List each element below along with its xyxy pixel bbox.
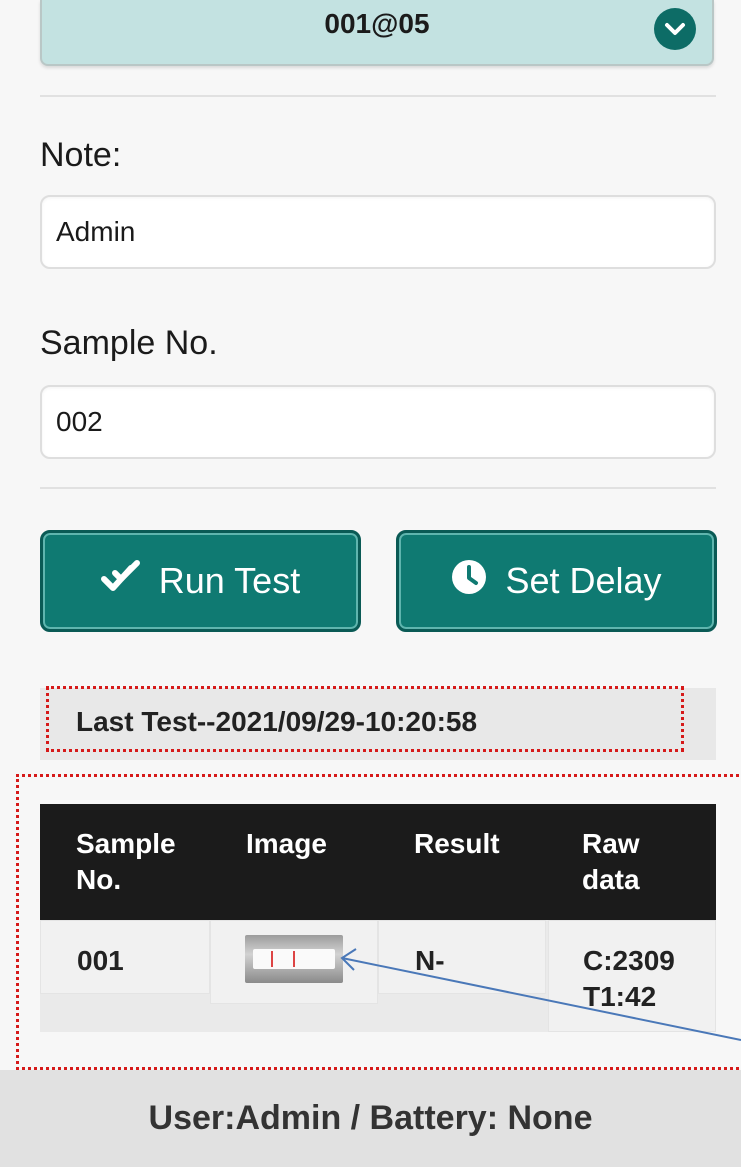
sample-selector[interactable]: 001@05 [40, 0, 714, 66]
note-input[interactable] [40, 195, 716, 269]
footer-text: User:Admin / Battery: None [148, 1099, 593, 1137]
run-test-button[interactable]: Run Test [40, 530, 361, 632]
sample-no-label: Sample No. [40, 324, 218, 362]
annotation-box [16, 774, 741, 1070]
check-double-icon [100, 559, 141, 604]
note-label: Note: [40, 136, 122, 174]
sample-no-input[interactable] [40, 385, 716, 459]
divider [40, 95, 716, 97]
chevron-down-icon[interactable] [654, 8, 696, 50]
selector-value: 001@05 [324, 8, 430, 39]
set-delay-label: Set Delay [505, 560, 662, 601]
run-test-label: Run Test [158, 560, 301, 601]
status-footer: User:Admin / Battery: None [0, 1070, 741, 1167]
divider [40, 487, 716, 489]
clock-icon [451, 559, 487, 604]
annotation-box [46, 686, 684, 752]
set-delay-button[interactable]: Set Delay [396, 530, 717, 632]
